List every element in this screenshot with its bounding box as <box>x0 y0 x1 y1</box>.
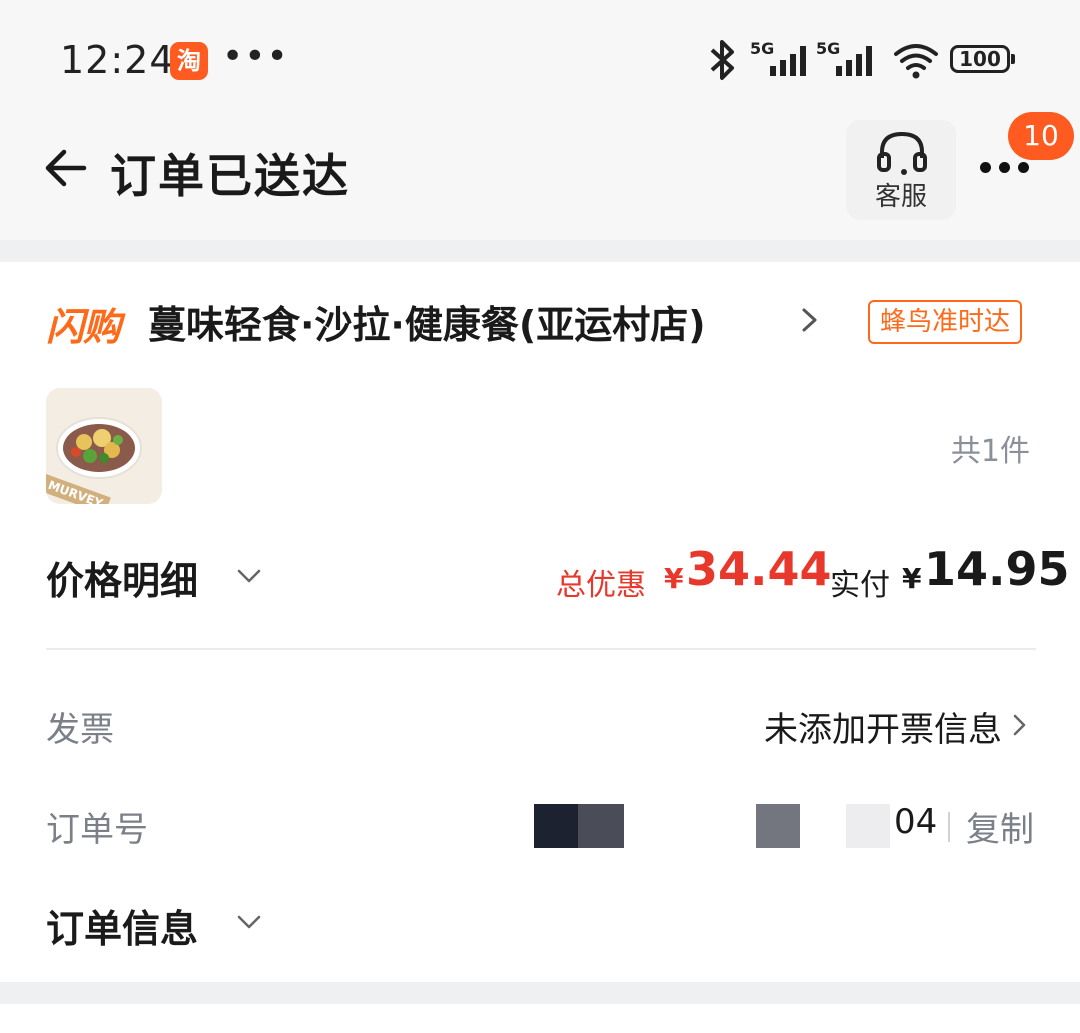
flash-buy-logo: 闪购 <box>46 305 121 349</box>
battery-icon: 100 <box>950 45 1015 73</box>
back-arrow-icon[interactable] <box>40 142 92 194</box>
customer-service-button[interactable]: 客服 <box>846 120 956 220</box>
chevron-down-icon[interactable] <box>236 568 262 584</box>
order-number-suffix: 04 <box>894 802 938 842</box>
delivery-tag: 蜂鸟准时达 <box>868 300 1023 344</box>
svg-text:5G: 5G <box>816 39 840 58</box>
bluetooth-icon <box>710 40 734 80</box>
copy-separator <box>948 812 950 842</box>
chevron-right-icon[interactable] <box>798 302 822 338</box>
mask-block <box>534 804 578 848</box>
product-thumbnail[interactable]: MURVEY <box>46 388 162 504</box>
more-dot <box>999 162 1010 173</box>
invoice-label: 发票 <box>46 710 114 750</box>
invoice-row[interactable]: 发票 未添加开票信息 <box>46 692 1036 752</box>
salad-bowl-image <box>56 417 142 479</box>
order-info-row[interactable]: 订单信息 <box>46 890 1036 953</box>
section-gap <box>0 240 1080 262</box>
signal-icon: 5G <box>816 39 872 76</box>
signal-icon: 5G <box>750 39 806 76</box>
price-row[interactable]: 价格明细 总优惠 ¥ 34.44 实付 ¥ 14.95 <box>46 542 1070 612</box>
shop-name[interactable]: 蔓味轻食·沙拉·健康餐(亚运村店) <box>148 294 706 349</box>
order-info-label[interactable]: 订单信息 <box>46 898 198 953</box>
notification-badge: 10 <box>1008 112 1074 160</box>
chevron-down-icon[interactable] <box>236 914 262 930</box>
copy-button[interactable]: 复制 <box>966 802 1034 851</box>
price-detail-label[interactable]: 价格明细 <box>46 550 198 605</box>
discount-label: 总优惠 <box>556 568 646 603</box>
paid-label: 实付 <box>830 568 890 603</box>
headset-icon <box>877 131 927 175</box>
item-count: 共1件 <box>950 434 1030 469</box>
shop-row[interactable]: 闪购 蔓味轻食·沙拉·健康餐(亚运村店) 蜂鸟准时达 <box>46 292 1036 352</box>
customer-service-label: 客服 <box>874 182 927 212</box>
chevron-right-icon[interactable] <box>1010 710 1030 740</box>
mask-block <box>846 804 890 848</box>
divider <box>46 648 1036 650</box>
wifi-icon <box>894 44 938 79</box>
order-number-row: 订单号 04 复制 <box>46 792 1036 852</box>
mask-block <box>756 804 800 848</box>
page-header: 订单已送达 客服 10 <box>0 112 1080 240</box>
svg-text:5G: 5G <box>750 39 774 58</box>
section-gap <box>0 982 1080 1004</box>
discount-amount: 34.44 <box>686 542 832 596</box>
currency-symbol: ¥ <box>664 562 684 595</box>
more-dot <box>980 162 991 173</box>
taobao-app-icon: 淘 <box>170 42 208 80</box>
status-bar: 12:24 淘 ••• 5G 5G 100 <box>0 0 1080 120</box>
status-more-icon: ••• <box>222 36 289 77</box>
order-card: 闪购 蔓味轻食·沙拉·健康餐(亚运村店) 蜂鸟准时达 MURVEY 共1件 价格… <box>0 262 1080 982</box>
mask-block <box>624 804 710 848</box>
more-dot <box>1018 162 1029 173</box>
paid-amount: 14.95 <box>924 542 1070 596</box>
currency-symbol: ¥ <box>902 562 922 595</box>
masked-order-number <box>534 792 934 852</box>
invoice-value[interactable]: 未添加开票信息 <box>764 702 1002 751</box>
order-number-label: 订单号 <box>46 810 148 850</box>
status-time: 12:24 <box>60 38 175 82</box>
page-title: 订单已送达 <box>110 149 350 203</box>
mask-block <box>578 804 624 848</box>
